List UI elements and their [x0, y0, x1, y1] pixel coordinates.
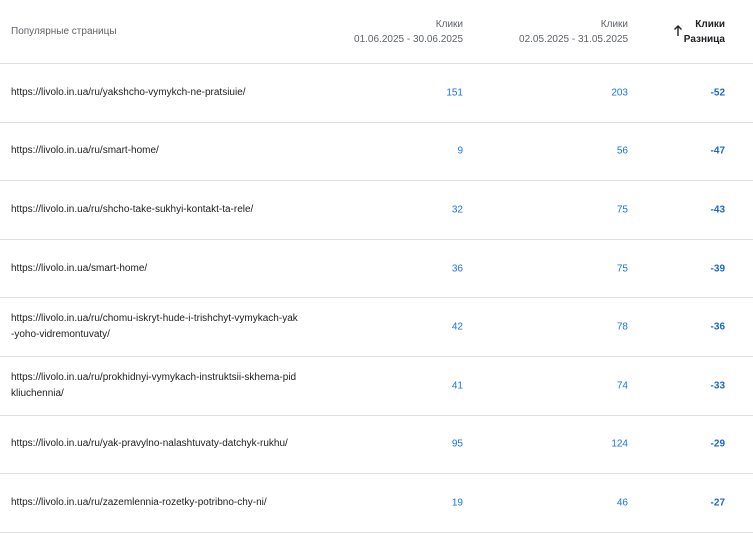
column-header-label: Клики — [695, 19, 725, 30]
clicks-current-value: 151 — [446, 87, 463, 99]
arrow-up-icon[interactable] — [673, 25, 683, 37]
table-row[interactable]: https://livolo.in.ua/ru/chomu-iskryt-hud… — [0, 298, 753, 357]
clicks-previous-value: 203 — [611, 87, 628, 99]
clicks-difference-value: -33 — [710, 380, 725, 392]
page-url[interactable]: https://livolo.in.ua/ru/yak-pravylno-nal… — [11, 436, 301, 452]
clicks-current-value: 95 — [451, 438, 463, 450]
popular-pages-table: Популярные страницы Клики 01.06.2025 - 3… — [0, 0, 753, 533]
table-row[interactable]: https://livolo.in.ua/smart-home/36 75 -39 — [0, 240, 753, 299]
clicks-previous-value: 46 — [616, 497, 628, 509]
clicks-difference-value: -43 — [710, 204, 725, 216]
column-header-label: Клики — [435, 19, 463, 30]
column-header-clicks-current[interactable]: Клики 01.06.2025 - 30.06.2025 — [354, 17, 463, 47]
clicks-current-value: 42 — [451, 321, 463, 333]
column-header-date-range: 02.05.2025 - 31.05.2025 — [519, 34, 628, 45]
page-url[interactable]: https://livolo.in.ua/ru/yakshcho-vymykch… — [11, 85, 301, 101]
clicks-difference-value: -47 — [710, 145, 725, 157]
table-row[interactable]: https://livolo.in.ua/ru/prokhidnyi-vymyk… — [0, 357, 753, 416]
table-row[interactable]: https://livolo.in.ua/ru/yakshcho-vymykch… — [0, 64, 753, 123]
clicks-previous-value: 78 — [616, 321, 628, 333]
table-row[interactable]: https://livolo.in.ua/ru/zazemlennia-roze… — [0, 474, 753, 533]
table-row[interactable]: https://livolo.in.ua/ru/smart-home/9 56 -4… — [0, 123, 753, 182]
page-url[interactable]: https://livolo.in.ua/ru/shcho-take-sukhy… — [11, 202, 301, 218]
column-header-label: Клики — [600, 19, 628, 30]
column-header-date-range: 01.06.2025 - 30.06.2025 — [354, 34, 463, 45]
column-header-pages[interactable]: Популярные страницы — [11, 26, 117, 37]
clicks-current-value: 32 — [451, 204, 463, 216]
table-body: https://livolo.in.ua/ru/yakshcho-vymykch… — [0, 64, 753, 533]
clicks-previous-value: 56 — [616, 145, 628, 157]
clicks-current-value: 41 — [451, 380, 463, 392]
page-url[interactable]: https://livolo.in.ua/ru/smart-home/ — [11, 143, 301, 159]
table-row[interactable]: https://livolo.in.ua/ru/shcho-take-sukhy… — [0, 181, 753, 240]
clicks-previous-value: 75 — [616, 204, 628, 216]
page-url[interactable]: https://livolo.in.ua/ru/zazemlennia-roze… — [11, 495, 301, 511]
clicks-previous-value: 74 — [616, 380, 628, 392]
clicks-current-value: 9 — [457, 145, 463, 157]
column-header-clicks-previous[interactable]: Клики 02.05.2025 - 31.05.2025 — [519, 17, 628, 47]
column-header-clicks-difference[interactable]: Клики Разница — [684, 17, 725, 47]
table-row[interactable]: https://livolo.in.ua/ru/yak-pravylno-nal… — [0, 416, 753, 475]
clicks-difference-value: -29 — [710, 438, 725, 450]
column-header-sub-label: Разница — [683, 34, 725, 45]
page-url[interactable]: https://livolo.in.ua/smart-home/ — [11, 261, 301, 277]
page-url[interactable]: https://livolo.in.ua/ru/prokhidnyi-vymyk… — [11, 370, 301, 402]
clicks-difference-value: -27 — [710, 497, 725, 509]
table-header: Популярные страницы Клики 01.06.2025 - 3… — [0, 0, 753, 64]
clicks-difference-value: -39 — [710, 263, 725, 275]
clicks-current-value: 19 — [451, 497, 463, 509]
clicks-previous-value: 75 — [616, 263, 628, 275]
clicks-previous-value: 124 — [611, 438, 628, 450]
clicks-difference-value: -36 — [710, 321, 725, 333]
page-url[interactable]: https://livolo.in.ua/ru/chomu-iskryt-hud… — [11, 311, 301, 343]
clicks-difference-value: -52 — [710, 87, 725, 99]
clicks-current-value: 36 — [451, 263, 463, 275]
